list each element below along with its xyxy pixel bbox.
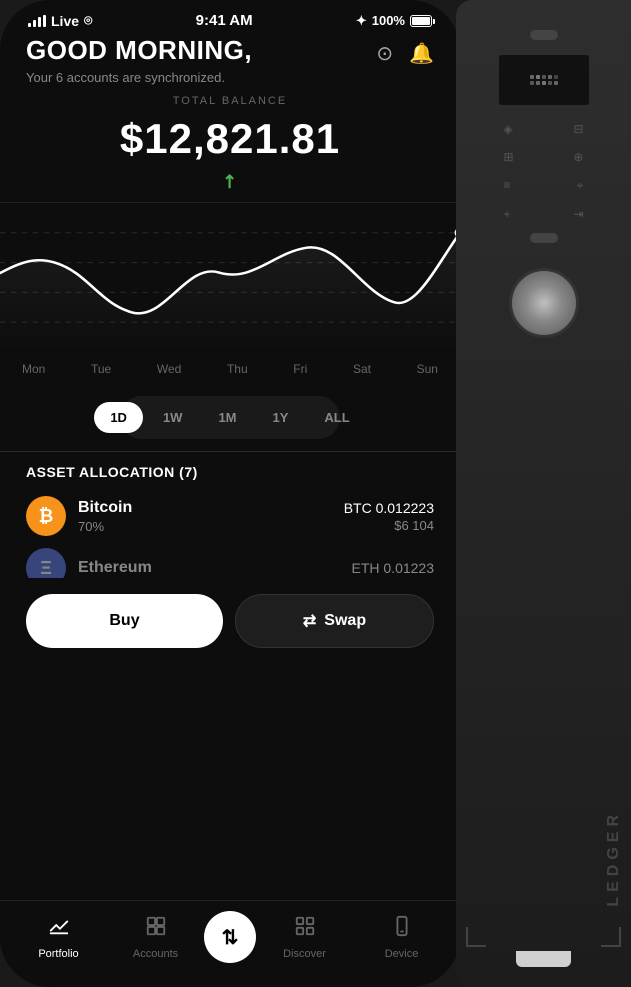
- asset-info: Bitcoin 70%: [78, 499, 132, 534]
- swap-label: Swap: [324, 612, 366, 630]
- status-left: Live ⌾: [28, 12, 92, 29]
- device-label: Device: [385, 948, 419, 960]
- asset-item-bitcoin[interactable]: ₿ Bitcoin 70% BTC 0.012223 $6 104: [22, 496, 438, 536]
- day-sun: Sun: [417, 362, 438, 376]
- bitcoin-icon: ₿: [26, 496, 66, 536]
- balance-section: TOTAL BALANCE $12,821.81 ↗: [22, 95, 438, 192]
- period-1w[interactable]: 1W: [147, 402, 199, 433]
- nav-portfolio[interactable]: Portfolio: [10, 915, 107, 960]
- day-sat: Sat: [353, 362, 371, 376]
- accounts-icon: [145, 915, 167, 943]
- asset-percent: 70%: [78, 519, 132, 534]
- nav-discover[interactable]: Discover: [256, 915, 353, 960]
- nav-center-button[interactable]: ⇅: [204, 911, 256, 963]
- eth-amount: ETH 0.01223: [352, 560, 435, 576]
- day-tue: Tue: [91, 362, 111, 376]
- eth-info: Ethereum: [78, 559, 152, 577]
- ledger-brand-text: LEDGER: [605, 810, 623, 907]
- portfolio-label: Portfolio: [38, 948, 78, 960]
- period-1d[interactable]: 1D: [94, 402, 143, 433]
- eth-left: Ξ Ethereum: [26, 548, 152, 578]
- discover-icon: [294, 915, 316, 943]
- ledger-bracket-bl: [466, 927, 486, 947]
- ledger-screen: [499, 55, 589, 105]
- action-buttons: Buy ⇄ Swap: [22, 578, 438, 658]
- eth-icon: Ξ: [26, 548, 66, 578]
- main-content: GOOD MORNING, Your 6 accounts are synchr…: [0, 35, 460, 192]
- bluetooth-icon: ✦: [356, 13, 367, 29]
- asset-name: Bitcoin: [78, 499, 132, 517]
- day-fri: Fri: [293, 362, 307, 376]
- greeting: GOOD MORNING,: [26, 35, 252, 66]
- ledger-icons-row4: + ⇥: [504, 205, 584, 223]
- nav-accounts[interactable]: Accounts: [107, 915, 204, 960]
- period-all[interactable]: ALL: [308, 402, 365, 433]
- period-1y[interactable]: 1Y: [257, 402, 305, 433]
- ledger-down-button[interactable]: [530, 233, 558, 243]
- balance-amount: $12,821.81: [22, 115, 438, 163]
- ledger-usb-connector: [516, 951, 571, 967]
- divider: [0, 451, 460, 452]
- asset-right: BTC 0.012223 $6 104: [344, 500, 434, 533]
- asset-left: ₿ Bitcoin 70%: [26, 496, 132, 536]
- bell-icon[interactable]: 🔔: [409, 41, 434, 66]
- day-thu: Thu: [227, 362, 248, 376]
- asset-allocation-title: ASSET ALLOCATION (7): [22, 464, 438, 480]
- header-icons: ⊙ 🔔: [376, 41, 434, 66]
- asset-btc-amount: BTC 0.012223: [344, 500, 434, 516]
- day-wed: Wed: [157, 362, 181, 376]
- ledger-icons-row1: ◈ ⊟: [504, 120, 584, 138]
- balance-arrow-icon: ↗: [217, 169, 243, 195]
- asset-item-eth: Ξ Ethereum ETH 0.01223: [22, 548, 438, 578]
- phone-container: Live ⌾ 9:41 AM ✦ 100% GOOD MORNING, Your…: [0, 0, 460, 987]
- ledger-bracket-br: [601, 927, 621, 947]
- signal-bars: [28, 15, 46, 27]
- accounts-label: Accounts: [133, 948, 178, 960]
- buy-button[interactable]: Buy: [26, 594, 223, 648]
- device-icon: [391, 915, 413, 943]
- ledger-wheel[interactable]: [509, 268, 579, 338]
- time-axis: Mon Tue Wed Thu Fri Sat Sun: [0, 352, 460, 386]
- day-mon: Mon: [22, 362, 45, 376]
- swap-button[interactable]: ⇄ Swap: [235, 594, 434, 648]
- ledger-icons-row3: ≡ ⌖: [504, 176, 584, 195]
- price-chart: [0, 203, 460, 352]
- eth-right: ETH 0.01223: [352, 560, 435, 576]
- swap-icon: ⇄: [303, 611, 316, 631]
- subtitle: Your 6 accounts are synchronized.: [26, 70, 252, 85]
- asset-peek: Ξ Ethereum ETH 0.01223: [22, 548, 438, 578]
- portfolio-icon: [48, 915, 70, 943]
- header-text: GOOD MORNING, Your 6 accounts are synchr…: [26, 35, 252, 85]
- period-selector: 1D 1W 1M 1Y ALL: [120, 396, 340, 439]
- status-right: ✦ 100%: [356, 13, 432, 29]
- time-label: 9:41 AM: [196, 12, 253, 29]
- asset-usd-value: $6 104: [344, 518, 434, 533]
- asset-peek-inner: Ξ Ethereum ETH 0.01223: [22, 548, 438, 578]
- wifi-icon: ⌾: [84, 12, 92, 29]
- carrier-label: Live: [51, 13, 79, 29]
- bottom-nav: Portfolio Accounts ⇅: [0, 900, 460, 987]
- ledger-device: ◈ ⊟ ⊞ ⊕ ≡ ⌖ + ⇥ LEDGER: [456, 0, 631, 987]
- ledger-icons-row2: ⊞ ⊕: [504, 148, 584, 166]
- period-1m[interactable]: 1M: [202, 402, 252, 433]
- ledger-screen-content: [526, 71, 562, 89]
- ledger-up-button[interactable]: [530, 30, 558, 40]
- balance-change: ↗: [22, 171, 438, 192]
- header: GOOD MORNING, Your 6 accounts are synchr…: [22, 35, 438, 85]
- chart-container: [0, 202, 460, 352]
- nav-device[interactable]: Device: [353, 915, 450, 960]
- battery-label: 100%: [372, 13, 405, 28]
- discover-label: Discover: [283, 948, 326, 960]
- asset-section: ASSET ALLOCATION (7) ₿ Bitcoin 70% BTC 0…: [0, 464, 460, 658]
- status-bar: Live ⌾ 9:41 AM ✦ 100%: [0, 0, 460, 35]
- eth-name: Ethereum: [78, 559, 152, 577]
- battery-indicator: [410, 15, 432, 27]
- transfer-icon: ⇅: [222, 925, 239, 950]
- balance-label: TOTAL BALANCE: [22, 95, 438, 107]
- chart-icon[interactable]: ⊙: [376, 41, 393, 66]
